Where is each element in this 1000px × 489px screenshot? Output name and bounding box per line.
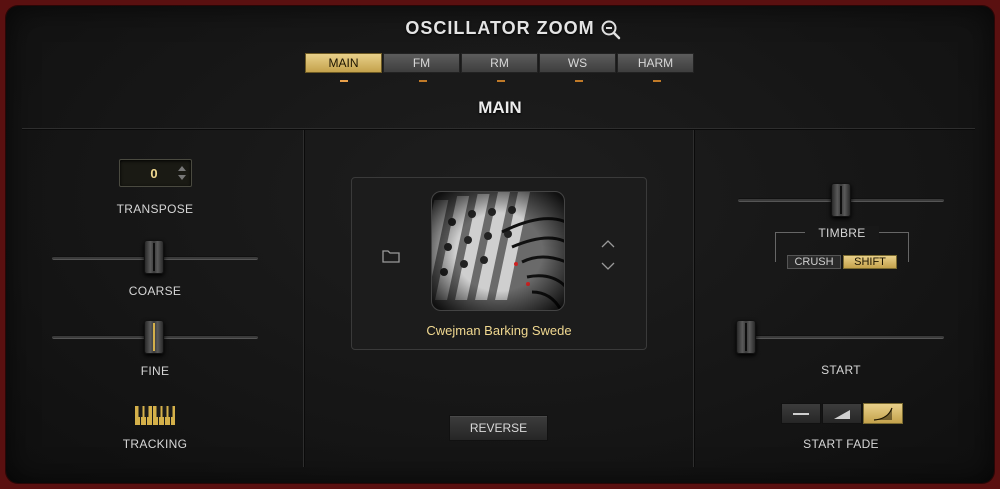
fade-curve-button[interactable] — [863, 403, 903, 424]
start-label: START — [821, 363, 861, 377]
sample-name: Cwejman Barking Swede — [426, 323, 572, 338]
start-fade-selector — [781, 403, 904, 424]
sample-image — [431, 191, 565, 311]
start-slider-track[interactable] — [738, 335, 944, 339]
page-title: OSCILLATOR ZOOM — [405, 18, 595, 38]
timbre-label: TIMBRE — [805, 226, 879, 240]
transpose-spinbox[interactable]: 0 — [119, 159, 192, 187]
tracking-label: TRACKING — [122, 437, 188, 451]
curve-ramp-icon — [873, 407, 893, 421]
section-title: MAIN — [478, 98, 522, 117]
divider-horizontal — [22, 128, 975, 130]
fade-flat-button[interactable] — [781, 403, 821, 424]
tab-main[interactable]: MAIN — [305, 53, 382, 73]
divider-right — [693, 130, 695, 467]
folder-icon[interactable] — [382, 249, 400, 263]
flat-line-icon — [793, 412, 809, 415]
transpose-label: TRANSPOSE — [116, 202, 194, 216]
tab-fm[interactable]: FM — [383, 53, 460, 73]
tab-ws[interactable]: WS — [539, 53, 616, 73]
shift-toggle[interactable]: SHIFT — [843, 255, 897, 269]
previous-sample-icon[interactable] — [601, 239, 615, 248]
timbre-slider-thumb[interactable] — [831, 183, 851, 217]
fine-slider-thumb[interactable] — [144, 320, 164, 354]
tab-indicator-rm — [497, 80, 505, 82]
tab-indicator-main — [340, 80, 348, 82]
linear-ramp-icon — [834, 409, 850, 419]
tab-indicator-ws — [575, 80, 583, 82]
fine-label: FINE — [140, 364, 170, 378]
fade-linear-button[interactable] — [822, 403, 862, 424]
tab-bar: MAIN FM RM WS HARM — [305, 53, 695, 73]
tab-harm[interactable]: HARM — [617, 53, 694, 73]
piano-keyboard-icon[interactable] — [135, 406, 175, 425]
start-fade-label: START FADE — [803, 437, 879, 451]
tab-rm[interactable]: RM — [461, 53, 538, 73]
zoom-out-icon[interactable] — [600, 19, 622, 41]
crush-toggle[interactable]: CRUSH — [787, 255, 841, 269]
start-slider-thumb[interactable] — [736, 320, 756, 354]
divider-left — [303, 130, 305, 467]
transpose-down-icon[interactable] — [178, 175, 186, 180]
coarse-label: COARSE — [128, 284, 182, 298]
tab-indicator-harm — [653, 80, 661, 82]
coarse-slider-thumb[interactable] — [144, 240, 164, 274]
reverse-button[interactable]: REVERSE — [449, 415, 548, 441]
next-sample-icon[interactable] — [601, 262, 615, 271]
tab-indicator-fm — [419, 80, 427, 82]
transpose-up-icon[interactable] — [178, 166, 186, 171]
